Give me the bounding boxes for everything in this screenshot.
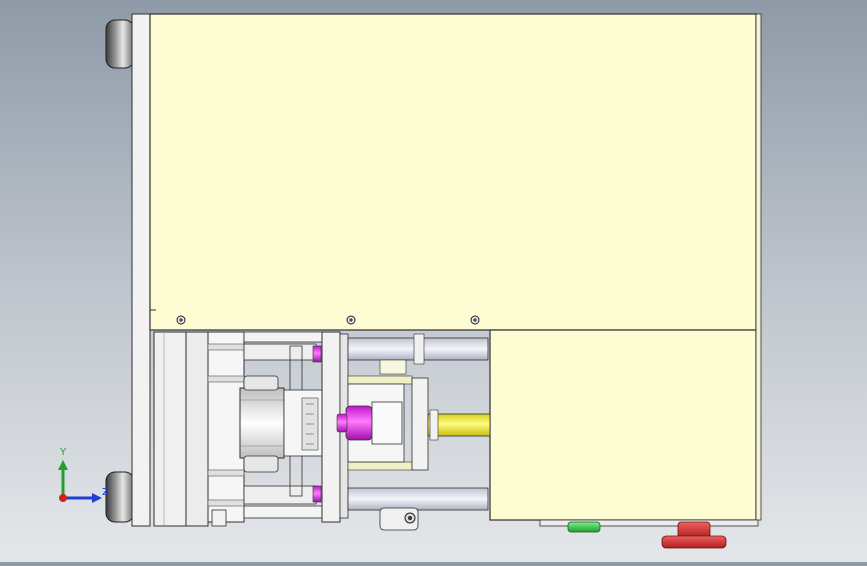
screw-3: [470, 315, 480, 325]
screw-1: [176, 315, 186, 325]
magenta-nozzle: [336, 401, 403, 445]
coordinate-triad: Y Z: [58, 447, 109, 503]
cad-viewport[interactable]: Y Z: [0, 0, 867, 562]
upper-guide-bar: [243, 331, 325, 361]
magenta-marker-bottom: [312, 485, 322, 503]
screw-2: [346, 315, 356, 325]
barrel-cylinder: [239, 375, 285, 473]
mold-plate-c: [207, 331, 245, 527]
green-fitting: [567, 521, 601, 533]
axis-label-y: Y: [59, 447, 67, 458]
assembly-front-view: Y Z: [58, 13, 762, 549]
mold-plate-a: [153, 331, 187, 527]
tie-bar-upper: [347, 333, 489, 365]
lower-guide-bar: [243, 485, 325, 519]
roller-top-left: [105, 19, 135, 69]
axis-label-z: Z: [102, 487, 109, 498]
roller-bottom-left: [105, 471, 135, 523]
inner-frame: [283, 345, 323, 497]
bottom-bracket: [379, 507, 419, 531]
magenta-marker-top: [312, 345, 322, 363]
mold-plate-b: [185, 331, 209, 527]
tie-bar-lower: [347, 487, 489, 511]
yellow-screw-rod: [427, 409, 491, 441]
